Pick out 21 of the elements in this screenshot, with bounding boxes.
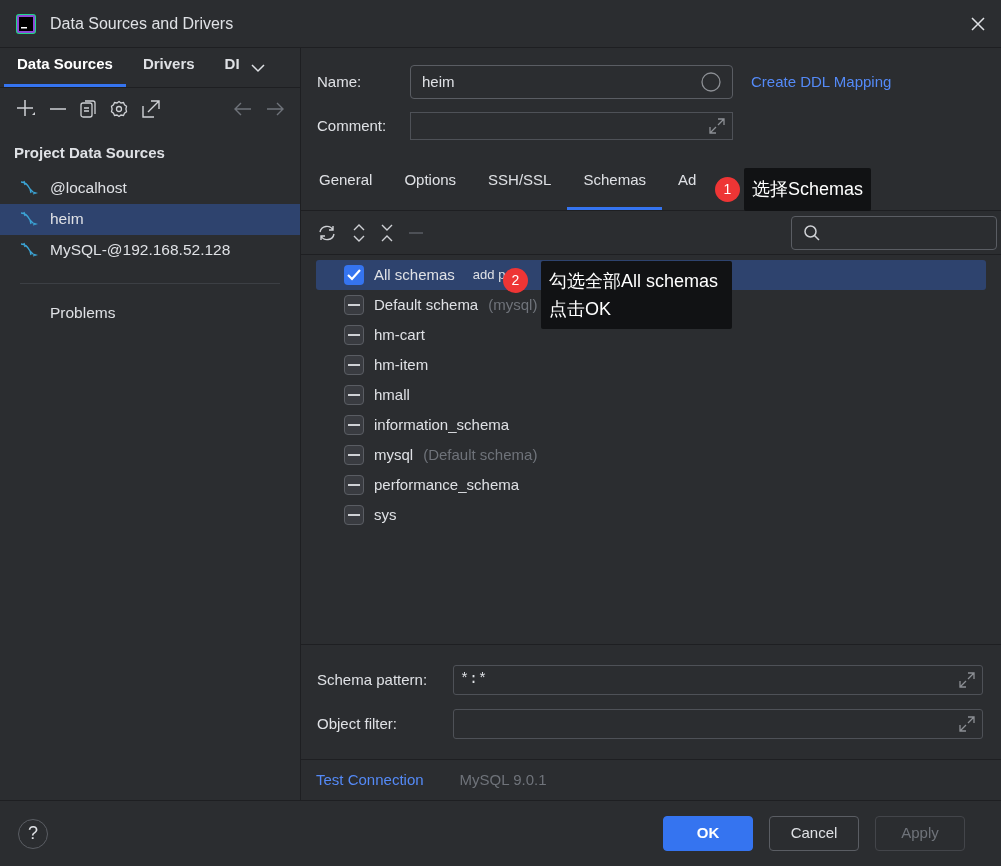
field-label: Schema pattern: xyxy=(317,669,429,690)
schema-name: information_schema xyxy=(374,414,510,435)
schema-name: hm-cart xyxy=(374,324,425,345)
schema-name: sys xyxy=(374,504,397,525)
schema-note: (mysql) xyxy=(488,294,538,315)
annotation-tooltip: 选择Schemas xyxy=(744,168,872,211)
driver-version: MySQL 9.0.1 xyxy=(459,769,547,790)
window-title: Data Sources and Drivers xyxy=(50,13,234,34)
field-label: Object filter: xyxy=(317,713,399,734)
step-badge: 1 xyxy=(715,177,740,202)
schema-name: hmall xyxy=(374,384,410,405)
schema-name: All schemas xyxy=(374,264,455,285)
schema-name: Default schema xyxy=(374,294,479,315)
field-label: Name: xyxy=(317,71,363,92)
schema-name: mysql xyxy=(374,444,414,465)
section-heading: Project Data Sources xyxy=(13,143,166,163)
schema-name: hm-item xyxy=(374,354,429,375)
schema-name: performance_schema xyxy=(374,474,520,495)
field-label: Comment: xyxy=(317,115,388,136)
annotation-tooltip: 勾选全部All schemas 点击OK xyxy=(541,261,733,329)
schema-note: (Default schema) xyxy=(423,444,538,465)
